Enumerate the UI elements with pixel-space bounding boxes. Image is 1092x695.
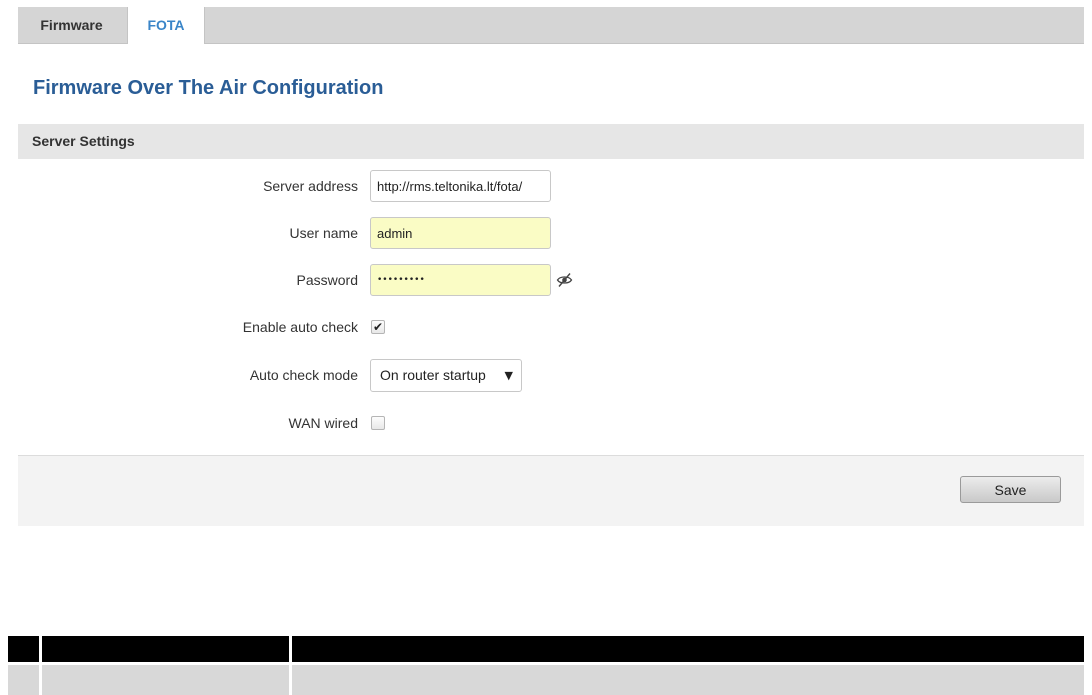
auto-check-mode-label: Auto check mode	[249, 367, 358, 383]
wan-wired-row: WAN wired	[0, 407, 1092, 439]
enable-auto-check-checkbox[interactable]: ✔	[371, 320, 385, 334]
eye-slash-icon[interactable]	[556, 272, 573, 288]
chevron-down-icon: ▼	[504, 369, 513, 382]
auto-check-mode-row: Auto check mode On router startup ▼	[0, 359, 1092, 392]
form-footer: Save	[18, 455, 1084, 526]
password-row: Password	[0, 264, 1092, 296]
save-button[interactable]: Save	[960, 476, 1061, 503]
auto-check-mode-select[interactable]: On router startup ▼	[370, 359, 522, 392]
table-row	[8, 665, 1084, 695]
column-divider	[289, 636, 292, 695]
tab-fota[interactable]: FOTA	[127, 7, 205, 44]
enable-auto-check-label: Enable auto check	[242, 319, 358, 335]
section-header: Server Settings	[18, 124, 1084, 159]
table-header-row	[8, 636, 1084, 662]
enable-auto-check-row: Enable auto check ✔	[0, 311, 1092, 343]
password-label: Password	[296, 272, 358, 288]
wan-wired-label: WAN wired	[288, 415, 359, 431]
user-name-row: User name	[0, 217, 1092, 249]
server-address-row: Server address	[0, 170, 1092, 202]
page-title: Firmware Over The Air Configuration	[33, 77, 384, 99]
checkmark-icon: ✔	[372, 320, 384, 334]
column-divider	[39, 636, 42, 695]
bottom-table-header	[0, 636, 1092, 695]
server-address-label: Server address	[263, 178, 358, 194]
user-name-label: User name	[289, 225, 358, 241]
tab-bar: Firmware FOTA	[18, 7, 1084, 44]
user-name-input[interactable]	[370, 217, 551, 249]
password-input[interactable]	[370, 264, 551, 296]
server-address-input[interactable]	[370, 170, 551, 202]
auto-check-mode-value: On router startup	[380, 367, 486, 383]
wan-wired-checkbox[interactable]	[371, 416, 385, 430]
tab-firmware[interactable]: Firmware	[18, 7, 125, 43]
section-title: Server Settings	[32, 133, 135, 149]
